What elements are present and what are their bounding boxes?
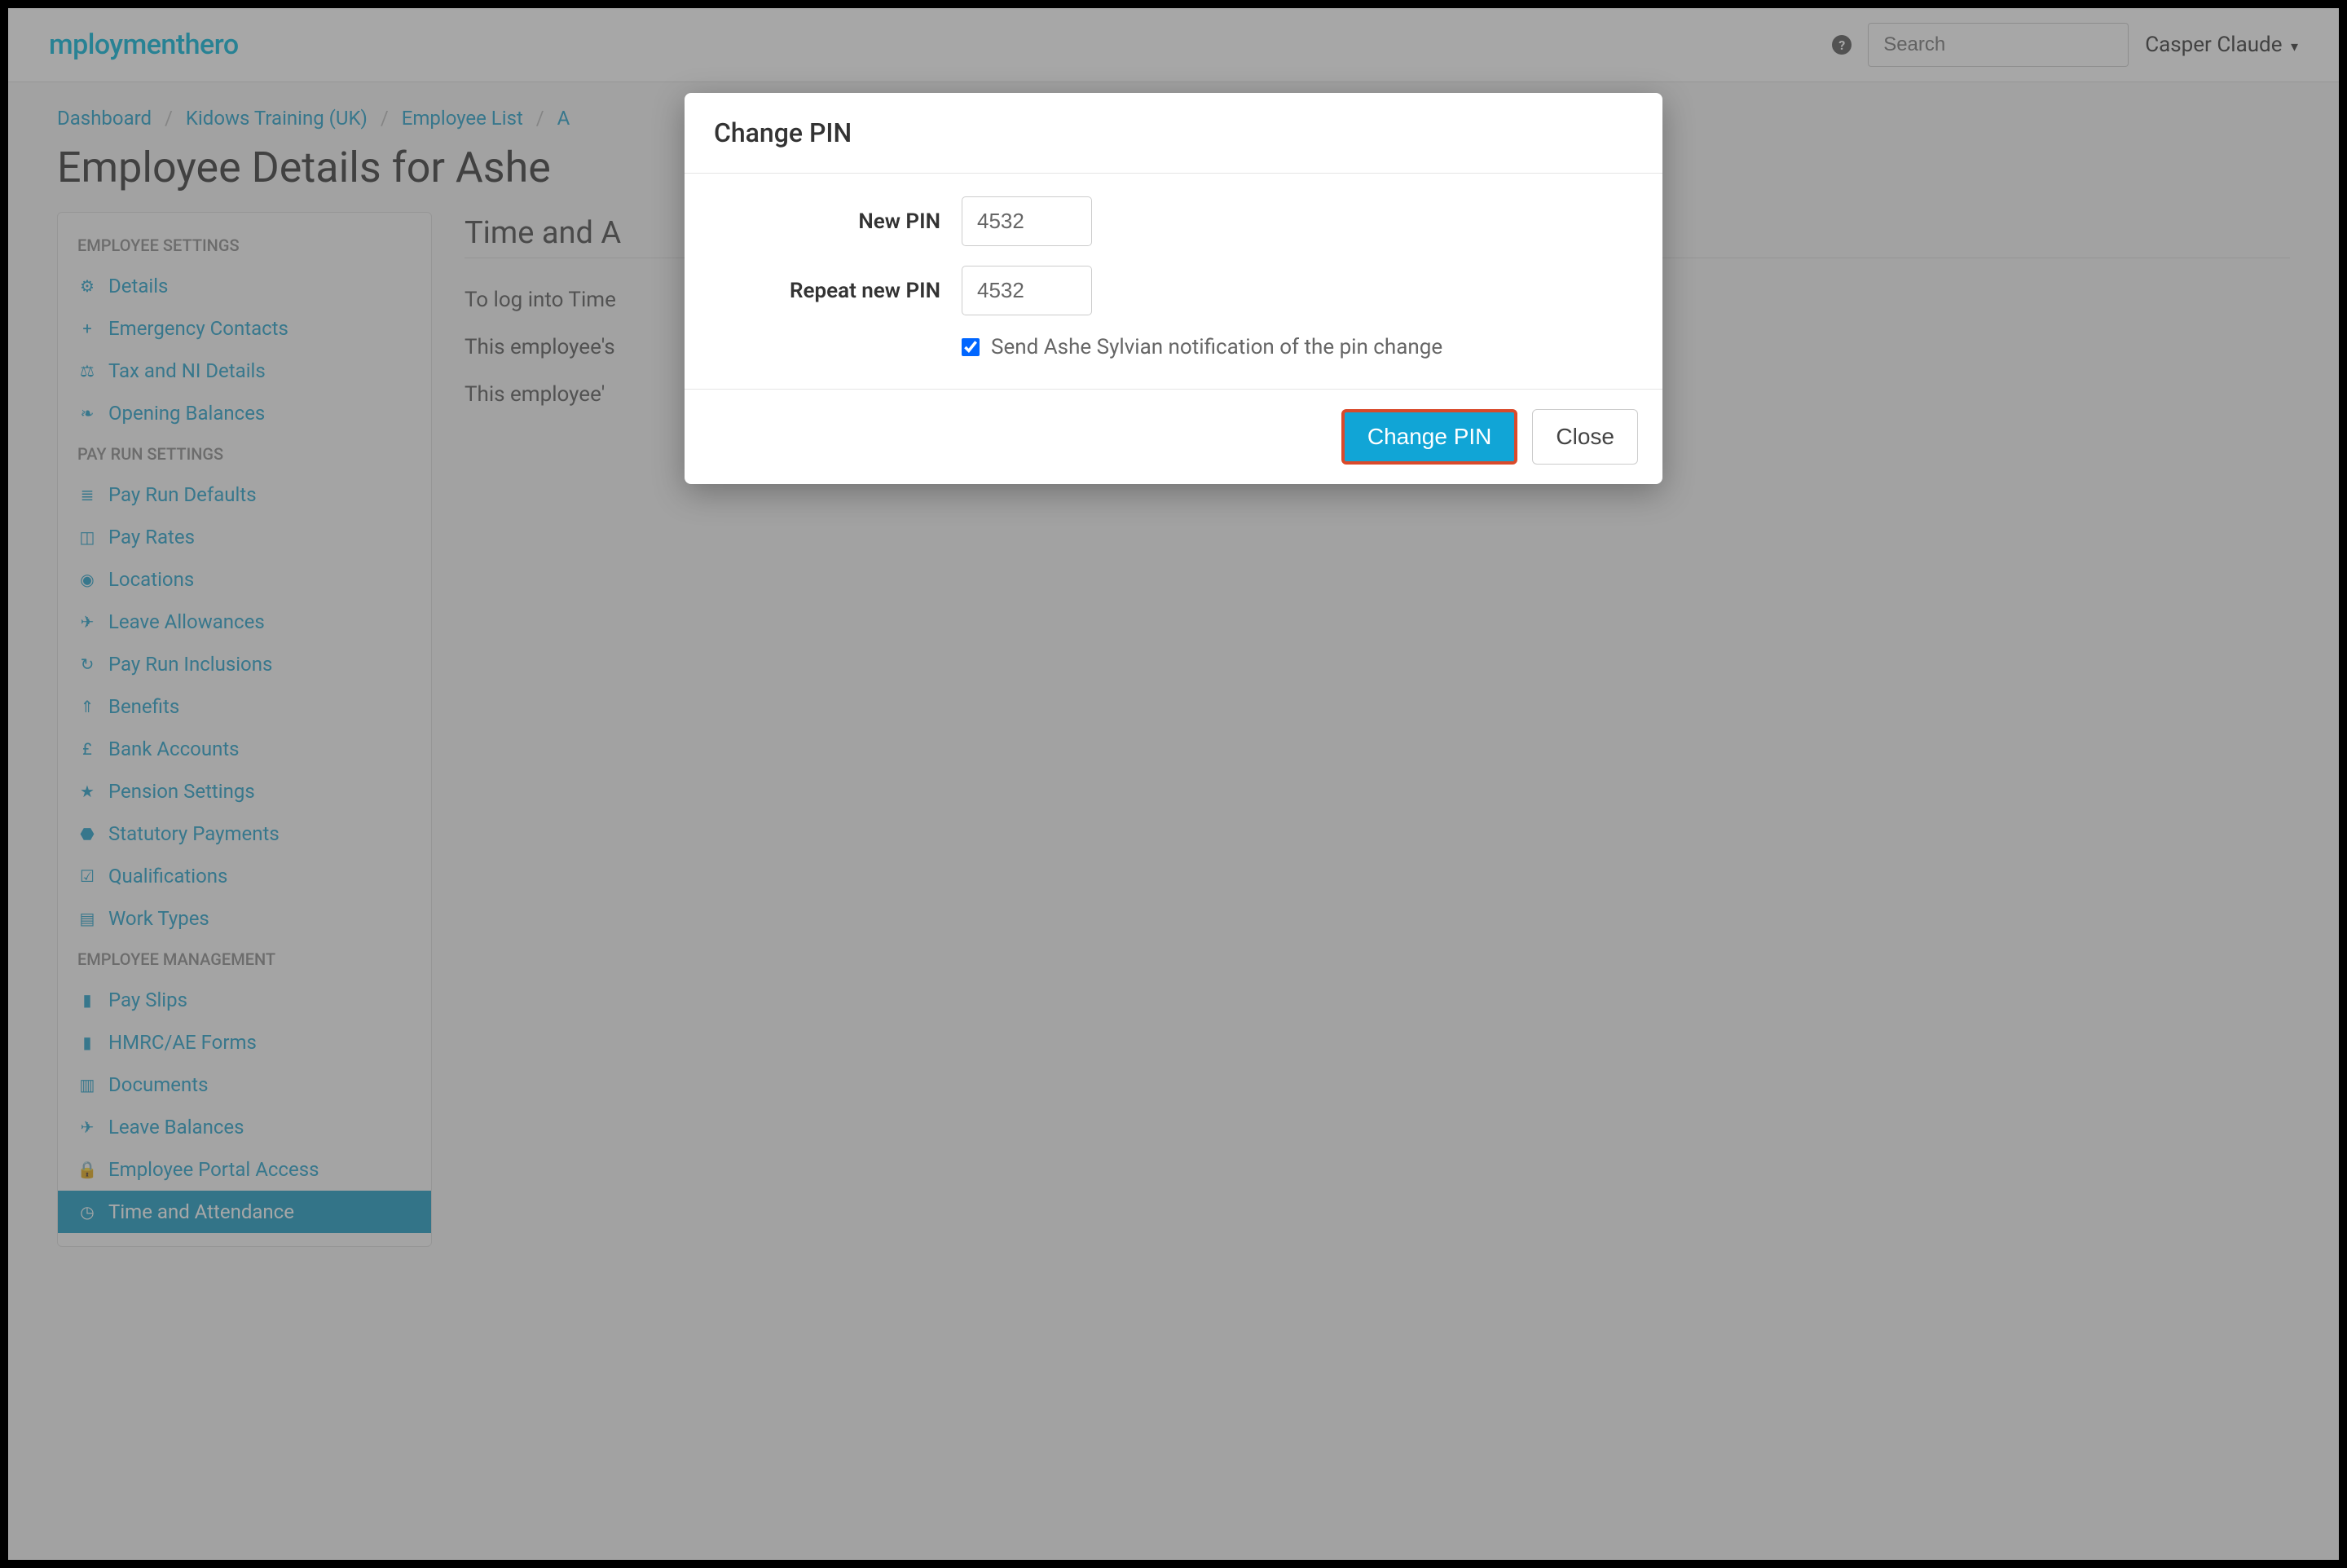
change-pin-modal: Change PIN New PIN Repeat new PIN Send A… — [685, 93, 1662, 484]
change-pin-button[interactable]: Change PIN — [1341, 409, 1518, 465]
new-pin-input[interactable] — [962, 196, 1092, 246]
close-button[interactable]: Close — [1532, 409, 1638, 465]
notify-checkbox[interactable] — [962, 338, 980, 356]
new-pin-label: New PIN — [717, 209, 962, 234]
notify-label: Send Ashe Sylvian notification of the pi… — [991, 335, 1442, 359]
repeat-pin-label: Repeat new PIN — [717, 279, 962, 303]
modal-overlay: Change PIN New PIN Repeat new PIN Send A… — [8, 8, 2339, 1560]
repeat-pin-input[interactable] — [962, 266, 1092, 315]
modal-title: Change PIN — [685, 93, 1662, 174]
